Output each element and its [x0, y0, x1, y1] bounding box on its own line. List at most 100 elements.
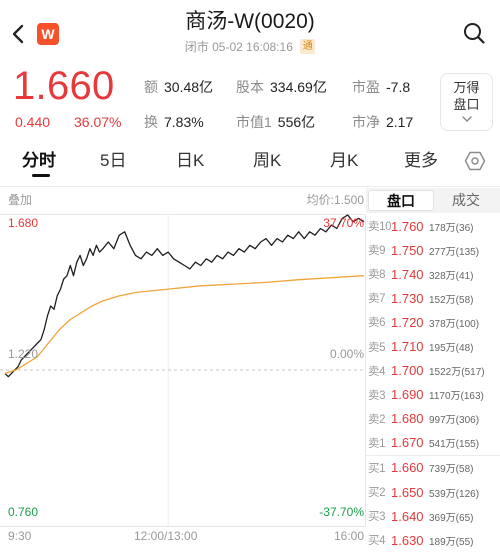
- settings-icon: [464, 151, 486, 171]
- x-tick-midday: 12:00/13:00: [134, 529, 198, 543]
- price-line: [4, 214, 365, 378]
- bid-level-row[interactable]: 买3 1.640 369万(65): [366, 504, 500, 528]
- y-tick-prev-close: 1.220: [8, 347, 39, 361]
- tab-more[interactable]: 更多: [404, 150, 438, 172]
- ob-level-volume: 997万(306): [429, 415, 480, 427]
- ob-level-label: 卖2: [368, 413, 386, 426]
- last-price: 1.660: [13, 64, 115, 108]
- ob-level-volume: 1522万(517): [429, 367, 485, 379]
- ob-level-price: 1.710: [391, 339, 424, 355]
- stat-label: 额: [144, 79, 158, 95]
- stat-turnover-amount: 额 30.48亿: [144, 79, 213, 95]
- quote-time: 05-02 16:08:16: [212, 39, 293, 54]
- order-book-tabs: 盘口 成交: [366, 188, 500, 213]
- ob-level-price: 1.730: [391, 290, 424, 306]
- tab-order-book[interactable]: 盘口: [368, 190, 434, 211]
- bid-level-row[interactable]: 买2 1.650 539万(126): [366, 480, 500, 504]
- order-book-levels: 卖10 1.760 178万(36) 卖9 1.750 277万(135) 卖8 1.740 3…: [366, 214, 500, 552]
- ob-level-price: 1.700: [391, 363, 424, 379]
- ob-level-price: 1.640: [391, 508, 424, 524]
- ob-level-volume: 1170万(163): [429, 391, 484, 403]
- ob-level-price: 1.650: [391, 484, 424, 500]
- search-button[interactable]: [460, 19, 488, 47]
- pct-tick-high: 37.70%: [323, 216, 364, 230]
- ob-level-price: 1.720: [391, 314, 424, 330]
- ob-level-label: 卖10: [368, 221, 392, 234]
- price-change: 0.440: [15, 114, 51, 130]
- stat-label: 股本: [236, 79, 264, 95]
- ask-level-row[interactable]: 卖6 1.720 378万(100): [366, 310, 500, 334]
- tab-5-day[interactable]: 5日: [100, 150, 126, 172]
- ask-level-row[interactable]: 卖2 1.680 997万(306): [366, 407, 500, 431]
- ob-level-price: 1.680: [391, 411, 424, 427]
- ask-level-row[interactable]: 卖3 1.690 1170万(163): [366, 383, 500, 407]
- ob-level-label: 卖9: [368, 245, 386, 258]
- chart-plot[interactable]: [0, 214, 365, 526]
- chart-settings-button[interactable]: [462, 149, 488, 173]
- overlay-button[interactable]: 叠加: [8, 193, 32, 207]
- ask-level-row[interactable]: 卖4 1.700 1522万(517): [366, 359, 500, 383]
- stat-turnover-rate: 换 7.83%: [144, 114, 204, 130]
- ob-level-volume: 541万(155): [429, 439, 480, 451]
- tab-monthly-k[interactable]: 月K: [330, 150, 358, 172]
- depth-button-line1: 万得: [453, 80, 480, 95]
- stat-label: 市值1: [236, 114, 272, 130]
- chevron-down-icon: [461, 116, 472, 122]
- ask-level-row[interactable]: 卖9 1.750 277万(135): [366, 238, 500, 262]
- ob-level-price: 1.670: [391, 435, 424, 451]
- stat-value: -7.8: [386, 79, 411, 95]
- ob-level-label: 卖4: [368, 365, 386, 378]
- ob-level-label: 卖7: [368, 293, 386, 306]
- ob-level-label: 卖1: [368, 437, 386, 450]
- y-tick-low: 0.760: [8, 505, 39, 519]
- ob-level-volume: 178万(36): [429, 222, 474, 234]
- ob-level-price: 1.630: [391, 532, 424, 548]
- active-tab-indicator: [32, 174, 50, 177]
- stat-value: 556亿: [277, 114, 316, 130]
- stat-value: 334.69亿: [270, 79, 327, 95]
- stat-label: 市净: [352, 114, 380, 130]
- price-change-percent: 36.07%: [74, 114, 122, 130]
- ob-level-label: 买2: [368, 487, 386, 500]
- stat-pe-ratio: 市盈 -7.8: [352, 79, 410, 95]
- ask-level-row[interactable]: 卖10 1.760 178万(36): [366, 214, 500, 238]
- market-status: 闭市: [184, 39, 209, 54]
- stat-market-cap: 市值1 556亿: [236, 114, 315, 130]
- bid-level-row[interactable]: 买1 1.660 739万(58): [366, 456, 500, 480]
- section-divider: [0, 186, 500, 187]
- ob-level-volume: 378万(100): [429, 318, 480, 330]
- ask-level-row[interactable]: 卖1 1.670 541万(155): [366, 431, 500, 455]
- ob-level-price: 1.740: [391, 266, 424, 282]
- ob-level-label: 卖6: [368, 317, 386, 330]
- ob-level-price: 1.690: [391, 387, 424, 403]
- stat-pb-ratio: 市净 2.17: [352, 114, 413, 130]
- ask-level-row[interactable]: 卖5 1.710 195万(48): [366, 334, 500, 358]
- ask-level-row[interactable]: 卖8 1.740 328万(41): [366, 262, 500, 286]
- ask-level-row[interactable]: 卖7 1.730 152万(58): [366, 286, 500, 310]
- ob-level-volume: 328万(41): [429, 270, 474, 282]
- ob-level-volume: 277万(135): [429, 246, 480, 258]
- stat-share-capital: 股本 334.69亿: [236, 79, 327, 95]
- tab-weekly-k[interactable]: 周K: [253, 150, 281, 172]
- bid-level-row[interactable]: 买4 1.630 189万(55): [366, 528, 500, 552]
- connect-badge: 通: [300, 39, 316, 55]
- avg-price-label: 均价:1.500: [306, 193, 364, 207]
- ob-level-volume: 739万(58): [429, 464, 474, 476]
- wind-depth-button[interactable]: 万得 盘口: [440, 73, 493, 131]
- ob-level-volume: 189万(55): [429, 536, 474, 548]
- ob-level-label: 买3: [368, 511, 386, 524]
- ob-level-label: 卖3: [368, 389, 386, 402]
- tab-trades[interactable]: 成交: [434, 190, 498, 211]
- search-icon: [464, 23, 485, 44]
- depth-button-line2: 盘口: [453, 97, 480, 112]
- pct-tick-low: -37.70%: [319, 505, 364, 519]
- ob-level-label: 买4: [368, 535, 386, 548]
- y-tick-high: 1.680: [8, 216, 39, 230]
- tab-daily-k[interactable]: 日K: [176, 150, 204, 172]
- stat-label: 市盈: [352, 79, 380, 95]
- ob-level-volume: 539万(126): [429, 488, 480, 500]
- ob-level-label: 卖8: [368, 269, 386, 282]
- market-status-line: 闭市 05-02 16:08:16 通: [0, 38, 500, 55]
- tab-intraday[interactable]: 分时: [22, 150, 56, 172]
- ob-level-volume: 369万(65): [429, 512, 474, 524]
